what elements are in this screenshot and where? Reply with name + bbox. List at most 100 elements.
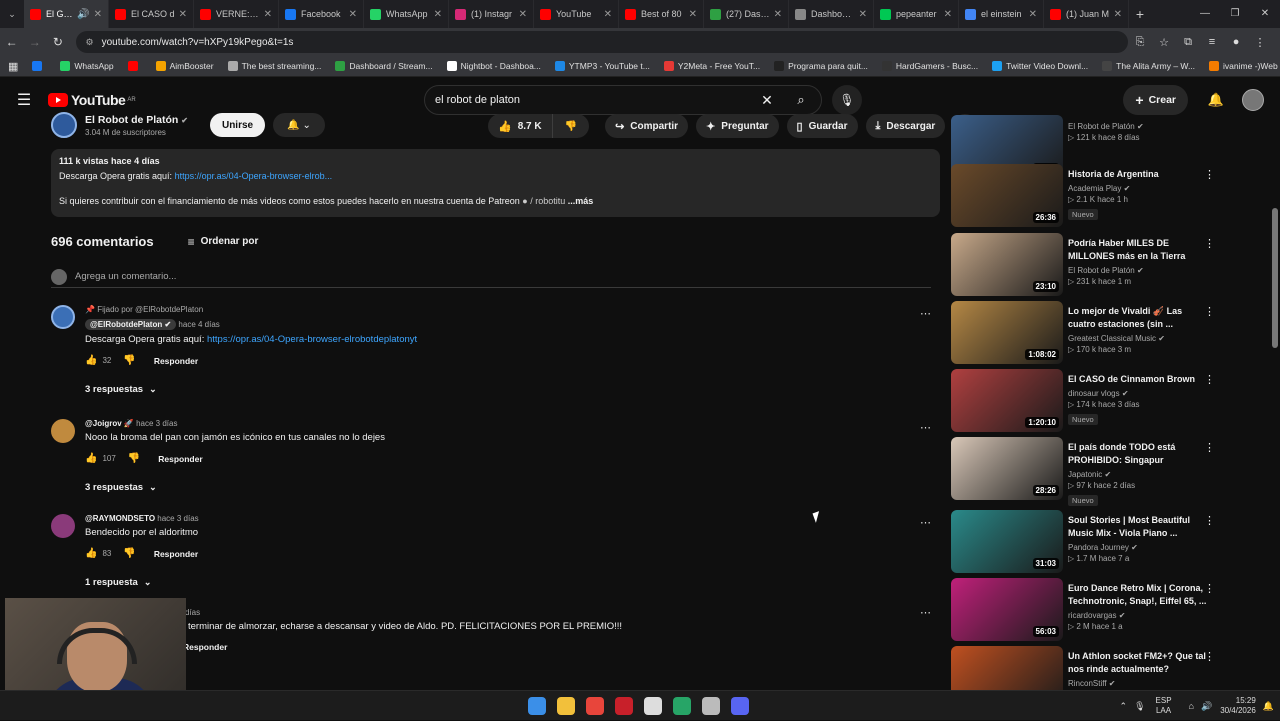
browser-tab[interactable]: Best of 80 ✕ [619, 0, 704, 28]
browser-tab[interactable]: Facebook ✕ [279, 0, 364, 28]
video-channel[interactable]: dinosaur vlogs ✔ [1068, 389, 1208, 398]
video-menu-icon[interactable]: ⋮ [1204, 582, 1215, 595]
close-tab-icon[interactable]: ✕ [689, 9, 697, 20]
recommended-video[interactable]: 23:10 Podría Haber MILES DE MILLONES más … [951, 233, 1221, 297]
video-title[interactable]: El CASO de Cinnamon Brown [1068, 373, 1208, 386]
video-thumbnail[interactable]: 56:03 [951, 578, 1063, 641]
thumbs-up-icon[interactable]: 👍 [85, 453, 97, 464]
taskbar-app-icon[interactable] [557, 697, 575, 715]
notification-center-icon[interactable]: 🔔 [1263, 701, 1274, 712]
profile-icon[interactable]: ● [1224, 36, 1248, 49]
video-menu-icon[interactable]: ⋮ [1204, 237, 1215, 250]
comment-avatar[interactable] [51, 419, 75, 443]
video-thumbnail[interactable]: 31:03 [951, 510, 1063, 573]
guide-menu-icon[interactable]: ☰ [0, 90, 48, 110]
taskbar-app-icon[interactable] [615, 697, 633, 715]
reload-icon[interactable]: ↻ [46, 35, 69, 49]
close-tab-icon[interactable]: ✕ [859, 9, 867, 20]
video-menu-icon[interactable]: ⋮ [1204, 514, 1215, 527]
video-thumbnail[interactable]: 1:08:02 [951, 301, 1063, 364]
bookmark-item[interactable]: Programa para quit... [774, 61, 868, 71]
view-replies-button[interactable]: 3 respuestas ⌄ [85, 384, 885, 395]
youtube-logo[interactable]: YouTube AR [48, 92, 136, 108]
close-tab-icon[interactable]: ✕ [349, 9, 357, 20]
creator-handle[interactable]: @ElRobotdePlaton ✔ [85, 319, 177, 330]
recommended-video[interactable]: 31:03 Soul Stories | Most Beautiful Music… [951, 510, 1221, 574]
share-button[interactable]: ↪ Compartir [605, 114, 689, 138]
notifications-icon[interactable]: 🔔 [1198, 92, 1234, 108]
video-channel[interactable]: RinconStiff ✔ [1068, 679, 1208, 688]
video-channel[interactable]: El Robot de Platón ✔ [1068, 122, 1208, 131]
video-title[interactable]: Podría Haber MILES DE MILLONES más en la… [1068, 237, 1208, 263]
comment-menu-icon[interactable]: ⋯ [920, 307, 931, 320]
browser-tab[interactable]: YouTube ✕ [534, 0, 619, 28]
taskbar-app-icon[interactable] [528, 697, 546, 715]
new-tab-button[interactable]: + [1129, 6, 1151, 22]
recommended-video[interactable]: 1:08:02 Lo mejor de Vivaldi 🎻 Las cuatro … [951, 301, 1221, 365]
browser-tab[interactable]: (1) Juan M ✕ [1044, 0, 1129, 28]
video-thumbnail[interactable]: 23:10 [951, 233, 1063, 296]
taskbar-app-icon[interactable] [673, 697, 691, 715]
save-button[interactable]: ▯ Guardar [786, 114, 858, 138]
taskbar-app-icon[interactable] [586, 697, 604, 715]
apps-grid-icon[interactable]: ▦ [8, 60, 18, 73]
browser-tab[interactable]: pepeanter ✕ [874, 0, 959, 28]
comment-time[interactable]: hace 4 días [178, 320, 219, 329]
browser-tab[interactable]: WhatsApp ✕ [364, 0, 449, 28]
close-tab-icon[interactable]: ✕ [264, 9, 272, 20]
video-channel[interactable]: Greatest Classical Music ✔ [1068, 334, 1208, 343]
comment-avatar[interactable] [51, 305, 75, 329]
comment-avatar[interactable] [51, 514, 75, 538]
bookmark-item[interactable]: Dashboard / Stream... [335, 61, 433, 71]
search-input[interactable]: el robot de platon [435, 94, 753, 106]
ask-button[interactable]: ✦ Preguntar [696, 114, 779, 138]
comment-link[interactable]: https://opr.as/04-Opera-browser-elrobotd… [207, 334, 417, 345]
minimize-icon[interactable]: — [1190, 0, 1220, 28]
patreon-tag[interactable]: ● / robotitu [522, 196, 565, 206]
bookmark-item[interactable]: The best streaming... [227, 61, 321, 71]
reply-button[interactable]: Responder [158, 454, 202, 464]
browser-tab[interactable]: El CASO d ✕ [109, 0, 194, 28]
taskbar-app-icon[interactable] [731, 697, 749, 715]
restore-icon[interactable]: ❐ [1220, 0, 1250, 28]
video-channel[interactable]: Japatonic ✔ [1068, 470, 1208, 479]
reply-button[interactable]: Responder [183, 642, 227, 652]
search-icon[interactable]: ⌕ [781, 92, 821, 108]
channel-avatar[interactable] [51, 112, 77, 138]
browser-tab[interactable]: el einstein ✕ [959, 0, 1044, 28]
video-menu-icon[interactable]: ⋮ [1204, 441, 1215, 454]
clock[interactable]: 15:29 30/4/2026 [1220, 696, 1256, 716]
author-name[interactable]: @RAYMONDSETO [85, 514, 155, 523]
comment-time[interactable]: hace 3 días [136, 419, 177, 428]
browser-tab[interactable]: El Gran 🔊 ✕ [24, 0, 109, 28]
browser-menu-icon[interactable]: ⋮ [1248, 36, 1272, 49]
comment-time[interactable]: hace 3 días [157, 514, 198, 523]
recommended-video[interactable]: 56:03 Euro Dance Retro Mix | Corona, Tech… [951, 578, 1221, 642]
video-title[interactable]: Lo mejor de Vivaldi 🎻 Las cuatro estacio… [1068, 305, 1208, 331]
like-button[interactable]: 👍 8.7 K [488, 114, 553, 138]
show-more-button[interactable]: ...más [568, 196, 594, 206]
bookmark-item[interactable] [127, 61, 142, 71]
create-button[interactable]: + Crear [1123, 85, 1188, 115]
video-channel[interactable]: El Robot de Platón ✔ [1068, 266, 1208, 275]
close-tab-icon[interactable]: ✕ [434, 9, 442, 20]
bookmark-item[interactable]: Y2Meta - Free YouT... [663, 61, 760, 71]
browser-tab[interactable]: Dashboard ✕ [789, 0, 874, 28]
browser-tab[interactable]: (1) Instagr ✕ [449, 0, 534, 28]
bookmark-item[interactable]: Nightbot - Dashboa... [446, 61, 541, 71]
thumbs-down-icon[interactable]: 👎 [123, 548, 135, 559]
taskbar-app-icon[interactable] [644, 697, 662, 715]
bookmark-item[interactable]: Twitter Video Downl... [992, 61, 1088, 71]
video-title[interactable]: Soul Stories | Most Beautiful Music Mix … [1068, 514, 1208, 540]
video-thumbnail[interactable]: 28:26 [951, 437, 1063, 500]
bookmark-item[interactable]: WhatsApp [60, 61, 114, 71]
tab-search-icon[interactable]: ⌄ [0, 0, 24, 28]
thumbs-up-icon[interactable]: 👍 [85, 355, 97, 366]
video-menu-icon[interactable]: ⋮ [1204, 168, 1215, 181]
close-window-icon[interactable]: ✕ [1250, 0, 1280, 28]
close-tab-icon[interactable]: ✕ [519, 9, 527, 20]
video-title[interactable]: El país donde TODO está PROHIBIDO: Singa… [1068, 441, 1208, 467]
media-icon[interactable]: ≡ [1200, 36, 1224, 49]
tab-audio-icon[interactable]: 🔊 [77, 9, 89, 20]
volume-icon[interactable]: 🔊 [1201, 701, 1212, 712]
